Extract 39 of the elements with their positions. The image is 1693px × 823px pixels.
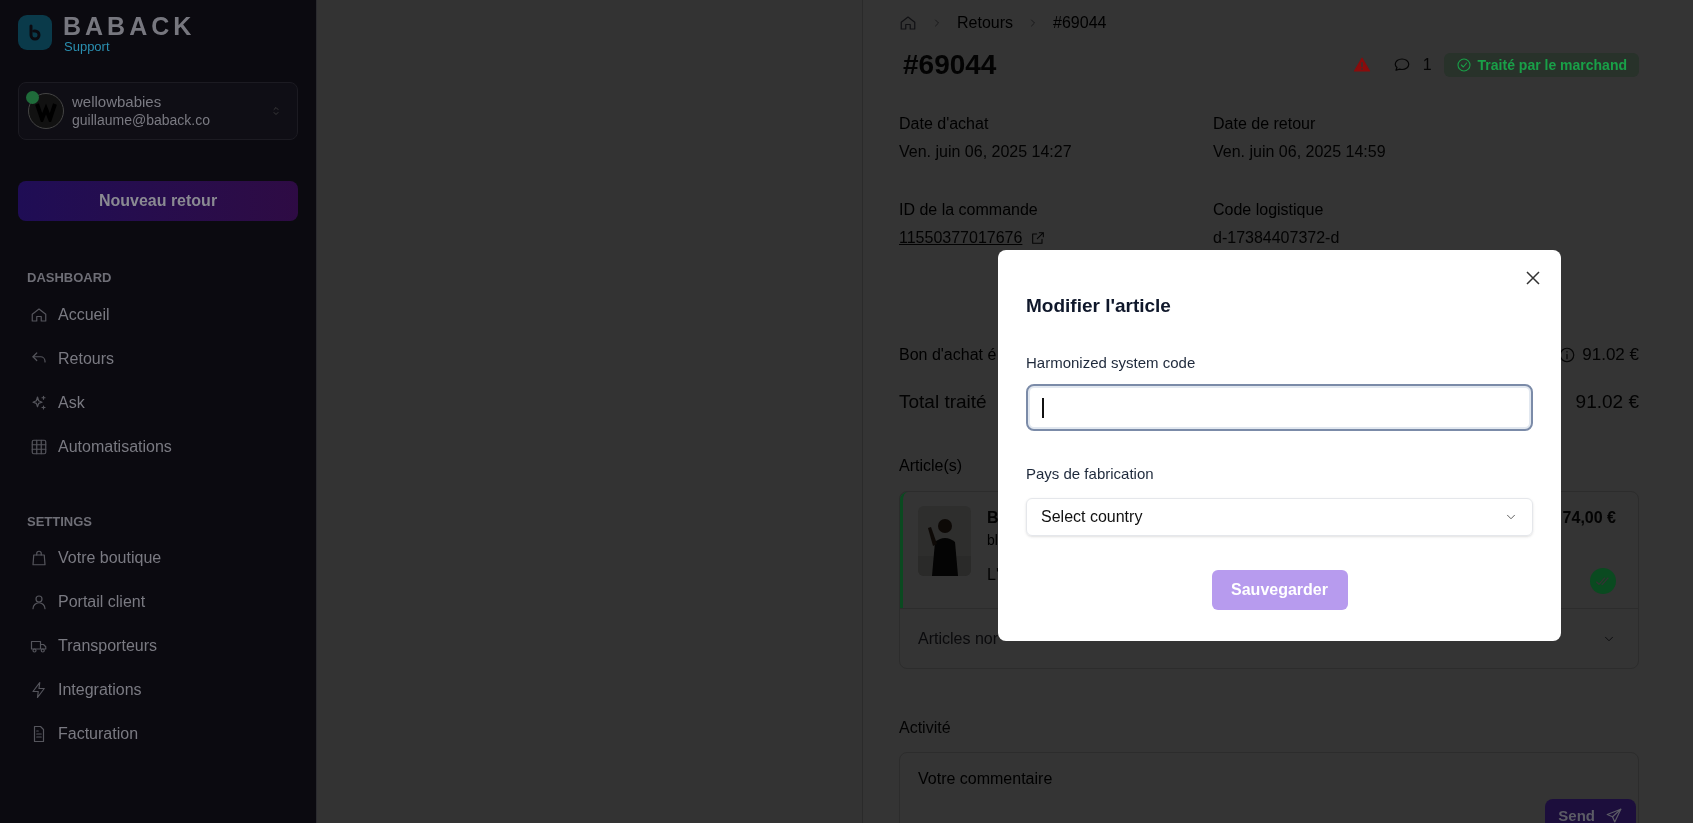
field-label: Harmonized system code [1026, 352, 1197, 373]
sidebar-item[interactable]: Retours [18, 336, 127, 381]
shopping-bag-icon [30, 549, 48, 567]
info-icon [1558, 345, 1577, 364]
external-link-icon [1030, 230, 1047, 246]
sidebar-item[interactable]: Votre boutique [18, 536, 174, 580]
grid-icon [30, 437, 48, 456]
country-select[interactable]: Select country [1026, 497, 1533, 536]
input-field[interactable] [1026, 384, 1533, 431]
avatar-icon [28, 93, 64, 129]
sparkles-icon [30, 393, 48, 412]
sidebar-item[interactable]: Accueil [18, 292, 122, 337]
status-badge: Traité par le marchand [1443, 53, 1639, 77]
sidebar-item[interactable]: Integrations [18, 668, 154, 712]
new-return-button[interactable]: Nouveau retour [18, 181, 298, 221]
account-name: wellowbabies [72, 93, 162, 111]
sidebar-item[interactable]: Facturation [18, 712, 151, 756]
brand-name: BABACK [63, 12, 196, 40]
account-switcher[interactable]: wellowbabies guillaume@baback.co [18, 82, 298, 140]
user-icon [30, 593, 48, 611]
send-icon [1605, 807, 1623, 823]
account-email: guillaume@baback.co [72, 111, 210, 129]
lightning-icon [30, 681, 48, 699]
close-icon [1526, 271, 1540, 285]
section-heading: DASHBOARD [27, 269, 112, 287]
sidebar-item[interactable]: Ask [18, 380, 97, 425]
comment-icon [1392, 56, 1411, 74]
brand-subtitle: Support [64, 40, 110, 54]
home-icon [899, 14, 917, 32]
sidebar-item[interactable]: Portail client [18, 580, 158, 624]
text-cursor [1042, 397, 1044, 418]
send-button[interactable]: Send [1545, 799, 1636, 823]
sidebar-item[interactable]: Automatisations [18, 424, 184, 469]
dialog-title: Modifier l'article [1026, 294, 1172, 318]
logo-icon [18, 15, 52, 50]
check-circle-icon [1455, 57, 1472, 73]
sidebar-item[interactable]: Transporteurs [18, 624, 169, 668]
field-label: Pays de fabrication [1026, 464, 1155, 484]
section-heading: SETTINGS [27, 512, 92, 531]
